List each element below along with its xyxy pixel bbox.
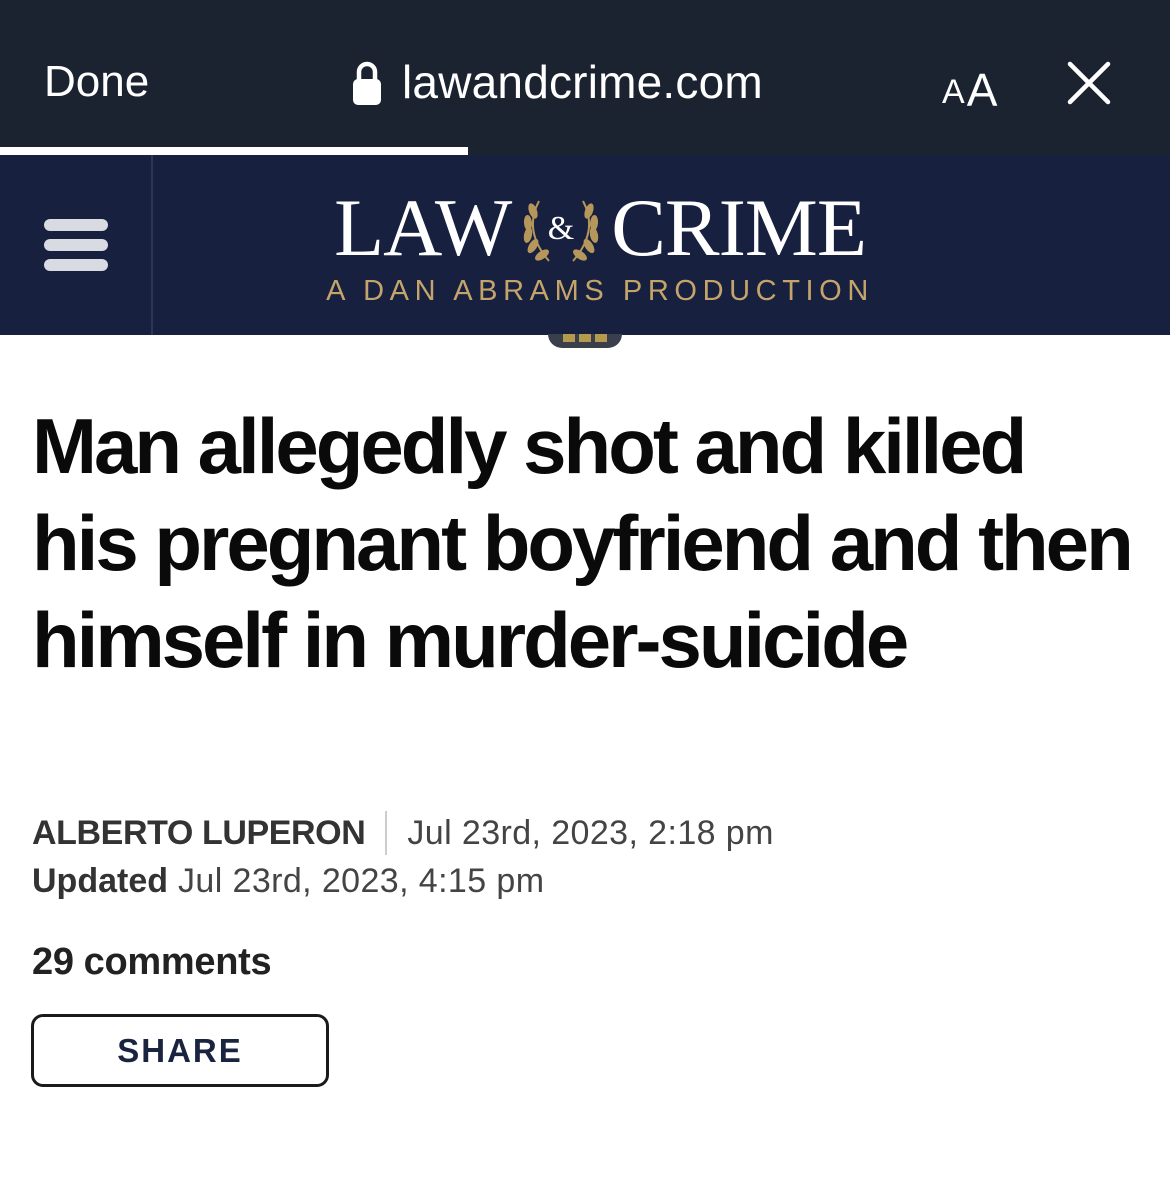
ad-banner-tab[interactable]: [548, 334, 622, 348]
site-header: LAW & CRIME A DAN ABRAMS PRODUCTION: [0, 155, 1170, 335]
updated-timestamp: Updated Jul 23rd, 2023, 4:15 pm: [32, 856, 544, 906]
article-headline: Man allegedly shot and killed his pregna…: [32, 402, 1134, 684]
address-bar[interactable]: lawandcrime.com: [352, 50, 763, 114]
hamburger-menu-icon: [44, 219, 108, 271]
text-size-button[interactable]: A A: [942, 54, 997, 114]
logo-wordmark: LAW & CRIME: [310, 185, 890, 271]
logo-word-crime: CRIME: [611, 182, 867, 273]
site-logo[interactable]: LAW & CRIME A DAN ABRAMS PRODUCTION: [310, 185, 890, 315]
ad-tab-dots-icon: [563, 334, 607, 342]
lock-icon: [353, 61, 381, 105]
publish-date: Jul 23rd, 2023, 2:18 pm: [407, 813, 774, 852]
browser-toolbar: Done lawandcrime.com A A: [0, 0, 1170, 155]
logo-word-law: LAW: [334, 182, 512, 273]
url-text: lawandcrime.com: [402, 56, 763, 108]
laurel-wreath-icon: &: [523, 200, 599, 262]
text-size-large-glyph: A: [966, 64, 998, 116]
byline: ALBERTO LUPERON Jul 23rd, 2023, 2:18 pm: [32, 808, 774, 858]
comments-count: 29: [32, 940, 74, 983]
done-button[interactable]: Done: [44, 52, 149, 112]
close-icon[interactable]: [1066, 60, 1112, 106]
byline-divider: [385, 811, 388, 855]
updated-date: Jul 23rd, 2023, 4:15 pm: [178, 861, 545, 900]
menu-button[interactable]: [0, 155, 153, 335]
page-load-progress-bar: [0, 147, 468, 155]
logo-tagline: A DAN ABRAMS PRODUCTION: [326, 275, 874, 307]
comments-link[interactable]: 29 comments: [32, 936, 272, 988]
author-link[interactable]: ALBERTO LUPERON: [32, 814, 366, 853]
text-size-small-glyph: A: [942, 73, 965, 111]
updated-label: Updated: [32, 861, 168, 900]
logo-ampersand: &: [548, 210, 574, 247]
comments-label: comments: [83, 940, 272, 983]
share-button[interactable]: SHARE: [31, 1014, 329, 1087]
